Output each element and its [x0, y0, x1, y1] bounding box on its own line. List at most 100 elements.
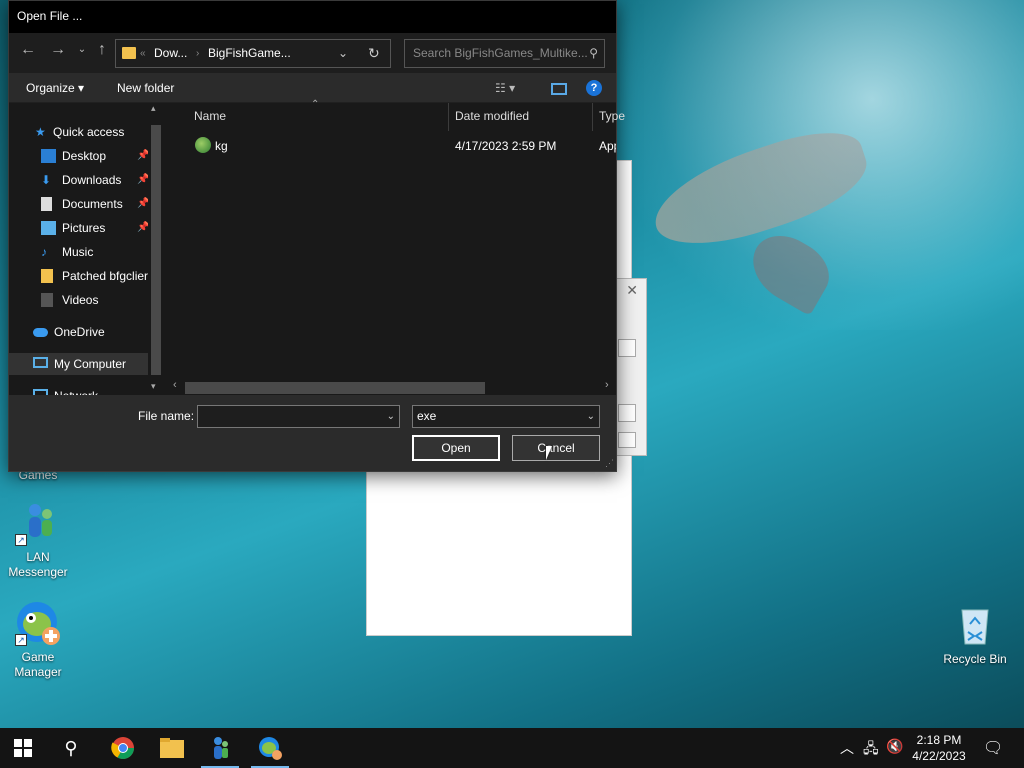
taskbar-game-manager[interactable]	[247, 728, 293, 768]
desktop-icon-game-manager[interactable]: ↗ Game Manager	[0, 600, 76, 680]
dialog-title[interactable]: Open File ...	[9, 1, 616, 33]
recent-locations-chevron-icon[interactable]: ⌄	[71, 44, 93, 55]
chevron-down-icon[interactable]: ⌄	[587, 406, 595, 427]
show-hidden-icons-chevron-icon[interactable]: ︿	[840, 738, 854, 758]
navigation-bar: ← → ⌄ ↑ « Dow... › BigFishGame... ⌄ ↻ Se…	[9, 33, 616, 73]
file-name-input[interactable]: ⌄	[197, 405, 400, 428]
column-divider[interactable]	[592, 103, 593, 131]
search-button[interactable]: ⚲	[48, 728, 94, 768]
nav-my-computer[interactable]: My Computer	[9, 353, 148, 375]
taskbar-chrome[interactable]	[100, 728, 146, 768]
shortcut-arrow-icon: ↗	[15, 634, 27, 646]
folder-icon	[41, 269, 53, 283]
scrollbar-thumb[interactable]	[185, 382, 485, 394]
file-date-modified: 4/17/2023 2:59 PM	[455, 139, 557, 153]
start-button[interactable]	[0, 728, 46, 768]
nav-pictures[interactable]: Pictures 📌	[41, 217, 151, 239]
scroll-right-icon[interactable]: ›	[605, 379, 609, 391]
desktop-icon-label: Game	[21, 650, 55, 664]
breadcrumb-downloads[interactable]: Dow...	[154, 40, 187, 67]
nav-label: Desktop	[62, 149, 107, 163]
taskbar: ⚲ ︿ 🖧 🔇 2:18 PM 4/22/2023 🗨	[0, 728, 1024, 768]
nav-scrollbar[interactable]: ▴ ▾	[148, 103, 164, 395]
nav-downloads[interactable]: ⬇ Downloads 📌	[41, 169, 151, 191]
close-icon[interactable]: ✕	[626, 282, 638, 299]
recycle-bin-icon	[952, 602, 998, 648]
column-header-date-modified[interactable]: Date modified	[455, 109, 529, 123]
new-folder-button[interactable]: New folder	[117, 81, 174, 95]
nav-desktop[interactable]: Desktop 📌	[41, 145, 151, 167]
folder-icon	[122, 47, 136, 59]
cancel-button[interactable]: Cancel	[512, 435, 600, 461]
document-icon	[41, 197, 52, 211]
scroll-left-icon[interactable]: ‹	[173, 379, 177, 391]
search-placeholder: Search BigFishGames_Multike...	[413, 46, 588, 60]
desktop-icon-label: LAN	[26, 550, 50, 564]
organize-button[interactable]: Organize ▾	[26, 81, 84, 95]
organize-label: Organize	[26, 81, 75, 95]
search-icon: ⚲	[589, 46, 598, 60]
file-name-label: File name:	[138, 409, 195, 423]
breadcrumb-bigfishgames[interactable]: BigFishGame...	[208, 40, 291, 67]
network-status-icon[interactable]: 🖧	[863, 738, 879, 762]
download-icon: ⬇	[41, 173, 52, 187]
desktop-icon-lan-messenger[interactable]: ↗ LAN Messenger	[0, 500, 76, 580]
search-input[interactable]: Search BigFishGames_Multike... ⚲	[404, 39, 605, 68]
volume-muted-icon[interactable]: 🔇	[886, 738, 903, 755]
taskbar-clock[interactable]: 2:18 PM 4/22/2023	[907, 732, 971, 764]
back-arrow-icon[interactable]: ←	[17, 41, 39, 59]
open-button[interactable]: Open	[412, 435, 500, 461]
clock-date: 4/22/2023	[912, 749, 966, 763]
address-dropdown-icon[interactable]: ⌄	[338, 40, 348, 67]
desktop-icon-label: Manager	[14, 665, 62, 679]
breadcrumb-overflow-icon[interactable]: «	[140, 40, 146, 67]
file-list-horizontal-scrollbar[interactable]: ‹ ›	[171, 379, 613, 395]
view-options-icon[interactable]: ☷ ▾	[495, 81, 515, 95]
forward-arrow-icon[interactable]: →	[47, 41, 69, 59]
nav-label: Pictures	[62, 221, 106, 235]
notifications-icon[interactable]: 🗨	[983, 738, 1003, 758]
music-icon: ♪	[41, 245, 47, 259]
desktop-icon-recycle-bin[interactable]: Recycle Bin	[937, 602, 1013, 667]
nav-label: Quick access	[53, 125, 125, 139]
computer-icon	[33, 357, 48, 368]
videos-icon	[41, 293, 53, 307]
column-header-name[interactable]: Name	[194, 109, 226, 123]
dialog-footer: File name: ⌄ exe ⌄ Open Cancel ⋰	[9, 395, 616, 471]
preview-pane-icon[interactable]	[551, 83, 567, 95]
scroll-up-icon[interactable]: ▴	[151, 103, 156, 114]
column-divider[interactable]	[448, 103, 449, 131]
search-icon: ⚲	[64, 738, 78, 758]
nav-documents[interactable]: Documents 📌	[41, 193, 151, 215]
resize-grip-icon[interactable]: ⋰	[605, 458, 614, 469]
scrollbar-thumb[interactable]	[151, 125, 161, 375]
desktop-icon-label: Recycle Bin	[943, 652, 1007, 666]
chevron-down-icon[interactable]: ⌄	[387, 406, 395, 427]
file-type-value: exe	[417, 409, 437, 423]
clock-time: 2:18 PM	[916, 733, 962, 747]
address-bar[interactable]: « Dow... › BigFishGame... ⌄ ↻	[115, 39, 391, 68]
up-arrow-icon[interactable]: ↑	[91, 41, 113, 59]
star-icon: ★	[35, 125, 46, 139]
taskbar-file-explorer[interactable]	[149, 728, 195, 768]
lan-messenger-icon: ↗	[15, 500, 61, 546]
open-file-dialog: Open File ... ← → ⌄ ↑ « Dow... › BigFish…	[8, 0, 625, 472]
refresh-icon[interactable]: ↻	[368, 40, 380, 67]
desktop-icon-label: Messenger	[8, 565, 68, 579]
file-list: ⌃ Name Date modified Type kg 4/17/2023 2…	[165, 99, 625, 395]
navigation-pane: ★ Quick access Desktop 📌 ⬇ Downloads 📌 D…	[9, 103, 165, 395]
nav-label: Patched bfgclier	[62, 269, 149, 283]
breadcrumb-separator-icon: ›	[196, 48, 200, 59]
nav-label: Documents	[62, 197, 123, 211]
nav-label: Videos	[62, 293, 99, 307]
column-header-type[interactable]: Type	[599, 109, 625, 123]
taskbar-lan-messenger[interactable]	[197, 728, 243, 768]
background-field	[618, 339, 636, 357]
desktop-icon	[41, 149, 56, 163]
scroll-down-icon[interactable]: ▾	[151, 381, 156, 392]
kg-app-icon	[195, 137, 211, 153]
chrome-icon	[111, 737, 134, 759]
help-icon[interactable]: ?	[586, 80, 602, 96]
file-row-kg[interactable]: kg 4/17/2023 2:59 PM Appli	[179, 135, 616, 157]
file-type-select[interactable]: exe ⌄	[412, 405, 600, 428]
